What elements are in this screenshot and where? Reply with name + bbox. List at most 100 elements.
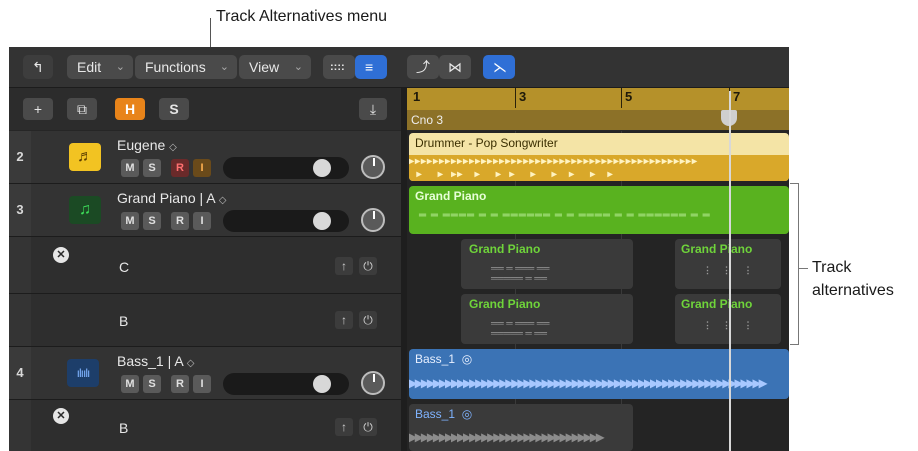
input-monitor-button[interactable]: I — [193, 212, 211, 230]
edit-label: Edit — [77, 59, 102, 75]
volume-fader[interactable] — [223, 157, 349, 179]
track-name-label: Bass_1 | A — [117, 353, 183, 369]
mute-button[interactable]: M — [121, 212, 139, 230]
bar-7: 7 — [733, 89, 741, 104]
automation-button[interactable]: ⤴ — [407, 55, 439, 79]
track-alternatives-menu-icon[interactable]: ◇ — [219, 195, 227, 206]
grand-piano-alt-region[interactable]: Grand Piano ⋮ ⋮ ⋮ — [675, 239, 781, 289]
region-title: Bass_1 ◎ — [415, 407, 472, 421]
view-label: View — [249, 59, 280, 75]
catch-button[interactable]: ⤓ — [359, 98, 387, 120]
track-grand-piano[interactable]: 3 ♫ Grand Piano | A ◇ M S R I — [9, 184, 401, 237]
region-title: Grand Piano — [469, 242, 541, 256]
download-icon: ⤓ — [369, 101, 377, 117]
region-name: Bass_1 — [415, 407, 456, 421]
bass-alt-region[interactable]: Bass_1 ◎ ▸▸▸▸▸▸▸▸▸▸▸▸▸▸▸▸▸▸▸▸▸▸▸▸▸▸▸▸▸▸▸… — [409, 404, 633, 451]
chevron-down-icon: ⌄ — [115, 61, 125, 73]
volume-fader[interactable] — [223, 373, 349, 395]
midi-notes: ⋮ ⋮ ⋮ — [703, 320, 753, 330]
promote-alternative-icon[interactable]: ↑ — [335, 311, 353, 329]
playhead[interactable] — [729, 91, 731, 451]
track-eugene[interactable]: 2 ♬ Eugene ◇ M S R I — [9, 131, 401, 184]
volume-fader[interactable] — [223, 210, 349, 232]
midi-notes: ═ ═ ════ ═ ═ ══════ ═ ═ ════ ═ ═ ══════ … — [419, 210, 711, 221]
grid-icon: :::: — [330, 61, 345, 73]
bass-region[interactable]: Bass_1 ◎ ▸▸▸▸▸▸▸▸▸▸▸▸▸▸▸▸▸▸▸▸▸▸▸▸▸▸▸▸▸▸▸… — [409, 349, 789, 399]
promote-alternative-icon[interactable]: ↑ — [335, 257, 353, 275]
back-icon: ↰ — [32, 59, 44, 75]
alternative-name: C — [119, 259, 130, 275]
track-name[interactable]: Eugene ◇ — [117, 137, 177, 153]
alternative-b-bass[interactable]: ✕ B ↑ ⏻ — [9, 400, 401, 451]
grand-piano-alt-region[interactable]: Grand Piano ══ ═ ═══ ══ ═════ ═ ══ — [461, 239, 633, 289]
duplicate-track-button[interactable]: ⧉ — [67, 98, 97, 120]
midi-notes: ══ ═ ═══ ══ ═════ ═ ══ — [491, 318, 550, 338]
add-track-button[interactable]: + — [23, 98, 53, 120]
alternative-b[interactable]: B ↑ ⏻ — [9, 294, 401, 347]
curve-icon: ⤴ — [416, 59, 430, 75]
track-alternatives-menu-icon[interactable]: ◇ — [169, 142, 177, 153]
waveform: ▸▸▸▸▸▸▸▸▸▸▸▸▸▸▸▸▸▸▸▸▸▸▸▸▸▸▸▸▸▸▸▸ — [409, 429, 604, 446]
pan-knob[interactable] — [361, 208, 385, 232]
region-title: Drummer - Pop Songwriter — [415, 136, 558, 150]
solo-button[interactable]: S — [159, 98, 189, 120]
solo-button[interactable]: S — [143, 212, 161, 230]
record-button[interactable]: R — [171, 159, 189, 177]
snap-button[interactable]: ⋋ — [483, 55, 515, 79]
edit-menu[interactable]: Edit ⌄ — [67, 55, 133, 79]
link-icon: ◎ — [458, 352, 473, 366]
view-menu[interactable]: View ⌄ — [239, 55, 311, 79]
midi-notes: ══ ═ ═══ ══ ═════ ═ ══ — [491, 263, 550, 283]
bar-1: 1 — [413, 89, 421, 104]
chevron-down-icon: ⌄ — [293, 61, 303, 73]
flex-button[interactable]: ⋈ — [439, 55, 471, 79]
fader-knob[interactable] — [313, 159, 331, 177]
callout-track-alternatives: Track alternatives — [812, 256, 894, 302]
drummer-pattern: ▸▸▸▸▸▸▸▸▸▸▸▸▸▸▸▸▸▸▸▸▸▸▸▸▸▸▸▸▸▸▸▸▸▸▸▸▸▸▸▸… — [409, 155, 789, 181]
track-alternatives-menu-icon[interactable]: ◇ — [187, 358, 195, 369]
power-icon[interactable]: ⏻ — [359, 257, 377, 275]
grid-view-button[interactable]: :::: — [323, 55, 355, 79]
power-icon[interactable]: ⏻ — [359, 418, 377, 436]
input-monitor-button[interactable]: I — [193, 375, 211, 393]
remove-alternative-icon[interactable]: ✕ — [53, 247, 69, 263]
callout-line-2: alternatives — [812, 282, 894, 299]
track-name[interactable]: Bass_1 | A ◇ — [117, 353, 195, 369]
grand-piano-alt-region[interactable]: Grand Piano ⋮ ⋮ ⋮ — [675, 294, 781, 344]
midi-notes: ⋮ ⋮ ⋮ — [703, 265, 753, 275]
record-button[interactable]: R — [171, 212, 189, 230]
fader-knob[interactable] — [313, 212, 331, 230]
grand-piano-alt-region[interactable]: Grand Piano ══ ═ ═══ ══ ═════ ═ ══ — [461, 294, 633, 344]
bar-tick — [621, 88, 622, 108]
power-icon[interactable]: ⏻ — [359, 311, 377, 329]
callout-track-alternatives-menu: Track Alternatives menu — [216, 8, 388, 25]
functions-label: Functions — [145, 59, 206, 75]
promote-alternative-icon[interactable]: ↑ — [335, 418, 353, 436]
snap-icon: ⋋ — [493, 59, 507, 75]
fader-knob[interactable] — [313, 375, 331, 393]
toolbar: ↰ Edit ⌄ Functions ⌄ View ⌄ :::: ≡ ⤴ ⋈ ⋋ — [9, 47, 789, 88]
track-name[interactable]: Grand Piano | A ◇ — [117, 190, 226, 206]
remove-alternative-icon[interactable]: ✕ — [53, 408, 69, 424]
record-button[interactable]: R — [171, 375, 189, 393]
pan-knob[interactable] — [361, 155, 385, 179]
back-button[interactable]: ↰ — [23, 55, 53, 79]
region-title: Grand Piano — [469, 297, 541, 311]
s-label: S — [169, 101, 179, 117]
track-number: 4 — [9, 347, 31, 399]
solo-button[interactable]: S — [143, 375, 161, 393]
input-monitor-button[interactable]: I — [193, 159, 211, 177]
alternative-c[interactable]: ✕ C ↑ ⏻ — [9, 237, 401, 294]
pan-knob[interactable] — [361, 371, 385, 395]
functions-menu[interactable]: Functions ⌄ — [135, 55, 237, 79]
grand-piano-region[interactable]: Grand Piano ═ ═ ════ ═ ═ ══════ ═ ═ ════… — [409, 186, 789, 234]
solo-button[interactable]: S — [143, 159, 161, 177]
list-view-button[interactable]: ≡ — [355, 55, 387, 79]
track-name-label: Eugene — [117, 137, 166, 153]
mute-button[interactable]: M — [121, 375, 139, 393]
drummer-region[interactable]: Drummer - Pop Songwriter ▸▸▸▸▸▸▸▸▸▸▸▸▸▸▸… — [409, 133, 789, 181]
mute-button[interactable]: M — [121, 159, 139, 177]
ruler: 1 3 5 7 Cno 3 — [407, 88, 789, 130]
hide-button[interactable]: H — [115, 98, 145, 120]
track-bass-1[interactable]: 4 ılıılı Bass_1 | A ◇ M S R I — [9, 347, 401, 400]
